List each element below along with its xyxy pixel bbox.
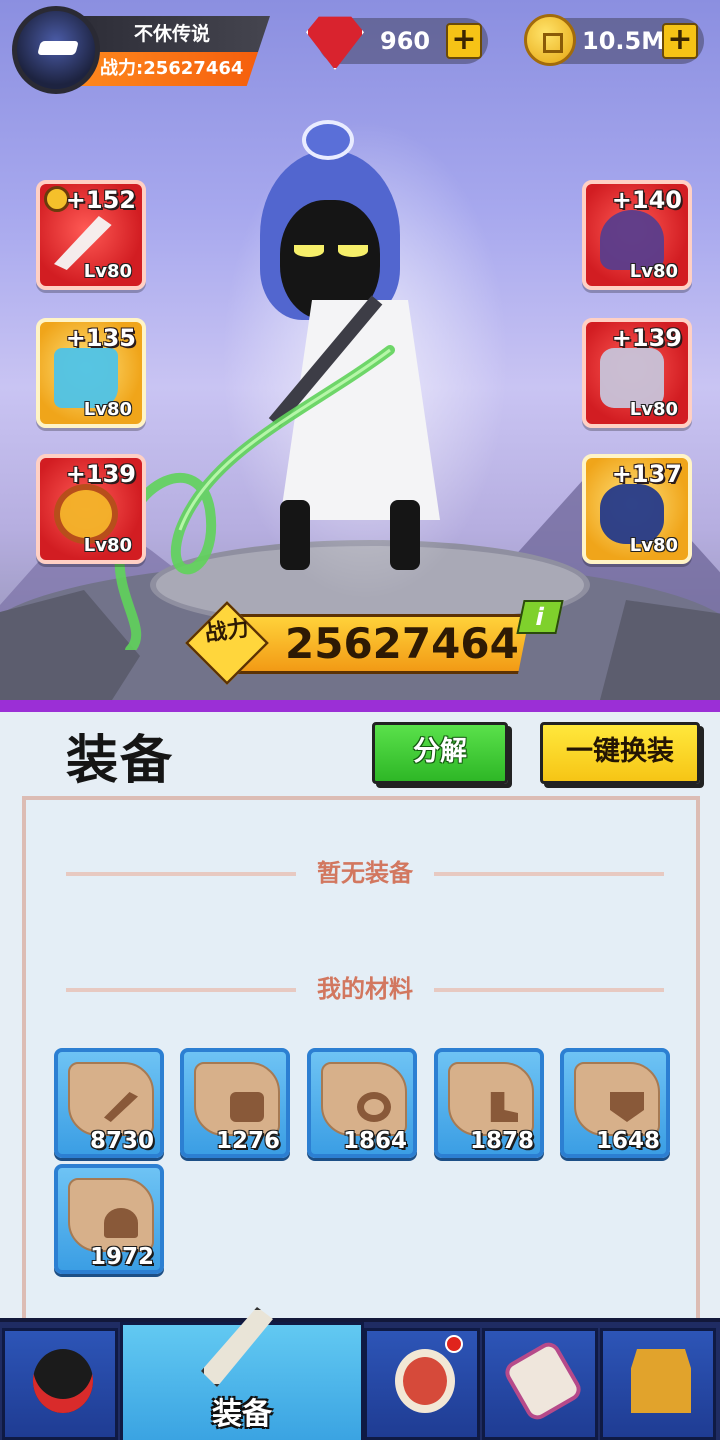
gold-coin-icon (524, 14, 576, 66)
armor-scroll-icon (194, 1062, 280, 1136)
material-count: 8730 (89, 1128, 154, 1154)
slot-bonus: +152 (65, 186, 136, 214)
hat-scroll-icon (68, 1178, 154, 1252)
hero-leg (390, 500, 420, 570)
coin-counter: 10.5M + (524, 14, 704, 66)
one-click-equip-button[interactable]: 一键换装 (540, 722, 700, 784)
slot-level: Lv80 (83, 399, 132, 420)
ring-scroll-icon (321, 1062, 407, 1136)
avatar-mask-eye (37, 41, 79, 55)
shrine-icon (631, 1349, 691, 1413)
combat-power-banner: 25627464 战力 (185, 601, 540, 685)
power-info-button[interactable]: i (516, 600, 564, 634)
add-gems-button[interactable]: + (446, 23, 482, 59)
coin-amount: 10.5M (582, 27, 666, 55)
bottom-nav: 装备 (0, 1307, 720, 1440)
hero-character[interactable] (210, 100, 520, 620)
slot-bonus: +140 (611, 186, 682, 214)
slot-bonus: +137 (611, 460, 682, 488)
combat-power-value: 25627464 (230, 614, 530, 674)
material-item[interactable]: 1878 (434, 1048, 544, 1158)
equip-slot-hat[interactable]: +140 Lv80 (582, 180, 692, 290)
materials-header: 我的材料 (66, 974, 664, 1004)
slot-level: Lv80 (629, 535, 678, 556)
shield-scroll-icon (574, 1062, 660, 1136)
nav-tab-hero[interactable] (2, 1328, 118, 1440)
material-count: 1864 (342, 1128, 407, 1154)
slot-level: Lv80 (629, 261, 678, 282)
equip-slot-bracer[interactable]: +139 Lv80 (36, 454, 146, 564)
nav-tab-equipment[interactable]: 装备 (120, 1307, 364, 1440)
hero-leg (280, 500, 310, 570)
material-count: 1276 (215, 1128, 280, 1154)
material-count: 1878 (469, 1128, 534, 1154)
material-item[interactable]: 1648 (560, 1048, 670, 1158)
no-equipment-text: 暂无装备 (317, 859, 413, 887)
equip-slot-armor[interactable]: +139 Lv80 (582, 318, 692, 428)
material-item[interactable]: 8730 (54, 1048, 164, 1158)
hero-hair-bun (302, 120, 354, 160)
slot-bonus: +139 (611, 324, 682, 352)
materials-heading: 我的材料 (317, 975, 413, 1003)
material-count: 1972 (89, 1244, 154, 1270)
hero-eye (338, 245, 368, 257)
gem-amount: 960 (380, 27, 431, 55)
slot-level: Lv80 (629, 399, 678, 420)
no-equipment-header: 暂无装备 (66, 858, 664, 888)
boot-scroll-icon (448, 1062, 534, 1136)
scroll-icon (501, 1338, 585, 1424)
nav-tab-shrine[interactable] (600, 1328, 716, 1440)
add-coins-button[interactable]: + (662, 23, 698, 59)
gem-counter: 960 + (306, 16, 488, 70)
nav-tab-scroll[interactable] (482, 1328, 598, 1440)
drum-icon (395, 1349, 455, 1413)
slot-bonus: +139 (65, 460, 136, 488)
equipment-swords-icon (201, 1307, 273, 1387)
player-info[interactable]: 不休传说 战力:25627464 (70, 16, 270, 88)
equip-slot-weapon[interactable]: +152 Lv80 (36, 180, 146, 290)
material-item[interactable]: 1864 (307, 1048, 417, 1158)
equip-slot-boots[interactable]: +135 Lv80 (36, 318, 146, 428)
material-item[interactable]: 1276 (180, 1048, 290, 1158)
player-avatar[interactable] (12, 6, 100, 94)
ninja-hero-icon (33, 1349, 93, 1413)
equip-slot-ring[interactable]: +137 Lv80 (582, 454, 692, 564)
player-name: 不休传说 (70, 16, 270, 52)
notification-dot (445, 1335, 463, 1353)
sword-scroll-icon (68, 1062, 154, 1136)
panel-title: 装备 (66, 731, 175, 791)
nav-tab-equipment-label: 装备 (212, 1397, 272, 1432)
slot-bonus: +135 (65, 324, 136, 352)
decompose-button[interactable]: 分解 (372, 722, 508, 784)
slot-level: Lv80 (83, 535, 132, 556)
inventory-area: 暂无装备 我的材料 8730 1276 1864 1878 1648 1972 (22, 796, 700, 1326)
material-count: 1648 (595, 1128, 660, 1154)
nav-tab-battle[interactable] (364, 1328, 480, 1440)
material-item[interactable]: 1972 (54, 1164, 164, 1274)
hero-eye (294, 245, 324, 257)
slot-level: Lv80 (83, 261, 132, 282)
